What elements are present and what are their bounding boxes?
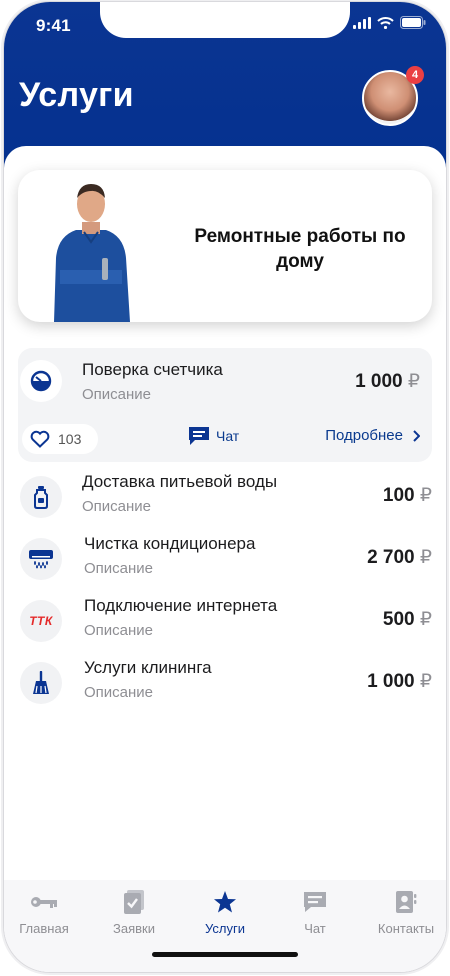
service-description: Описание <box>82 498 152 515</box>
service-currency: ₽ <box>419 609 432 630</box>
service-row[interactable]: ТТК Подключение интернета Описание 500 ₽ <box>18 596 432 652</box>
tab-label: Главная <box>19 921 69 936</box>
water-bottle-icon <box>34 486 48 509</box>
service-price-value: 500 <box>382 609 415 630</box>
service-description: Описание <box>84 622 154 639</box>
page-title: Услуги <box>19 76 134 114</box>
checklist-icon <box>124 890 144 914</box>
service-price-value: 1 000 <box>367 671 415 692</box>
chevron-right-icon <box>413 429 420 442</box>
tab-label: Услуги <box>205 921 245 936</box>
tab-home[interactable]: Главная <box>4 888 84 936</box>
featured-currency: ₽ <box>407 371 420 392</box>
main-content: Ремонтные работы по дому Поверка счетчик… <box>4 146 446 972</box>
heart-icon <box>30 430 50 448</box>
chat-label: Чат <box>216 428 240 444</box>
tab-requests[interactable]: Заявки <box>94 888 174 936</box>
tab-label: Чат <box>304 921 326 936</box>
service-icon-circle: ТТК <box>20 600 62 642</box>
air-conditioner-icon <box>29 550 53 569</box>
featured-description: Описание <box>82 386 152 403</box>
wifi-icon <box>377 16 394 29</box>
ttk-logo: ТТК <box>29 614 53 628</box>
service-icon-circle <box>20 662 62 704</box>
tab-label: Контакты <box>377 921 435 936</box>
notification-badge: 4 <box>406 66 424 84</box>
status-time: 9:41 <box>36 16 71 35</box>
tab-bar: Главная Заявки Услуги Чат Контакты <box>4 880 446 972</box>
service-title: Подключение интернета <box>84 596 278 615</box>
chat-icon <box>304 892 326 912</box>
key-icon <box>31 897 57 908</box>
service-price: 500 ₽ <box>383 608 432 631</box>
status-icons <box>353 16 426 29</box>
promo-banner[interactable]: Ремонтные работы по дому <box>18 170 432 322</box>
like-button[interactable]: 103 <box>22 424 98 454</box>
star-icon <box>214 891 236 913</box>
service-price: 100 ₽ <box>383 484 432 507</box>
service-row[interactable]: Чистка кондиционера Описание 2 700 ₽ <box>18 534 432 590</box>
featured-title: Поверка счетчика <box>82 360 223 379</box>
featured-price: 1 000 ₽ <box>355 370 420 393</box>
like-count: 103 <box>58 431 82 447</box>
chat-link[interactable]: Чат <box>188 426 239 446</box>
home-indicator <box>152 952 298 957</box>
featured-icon-circle <box>20 360 62 402</box>
service-row[interactable]: Услуги клининга Описание 1 000 ₽ <box>18 658 432 714</box>
service-title: Услуги клининга <box>84 658 212 677</box>
service-currency: ₽ <box>419 547 432 568</box>
featured-price-value: 1 000 <box>355 371 403 392</box>
tab-services[interactable]: Услуги <box>185 888 265 936</box>
service-currency: ₽ <box>419 485 432 506</box>
service-price-value: 100 <box>382 485 415 506</box>
service-title: Чистка кондиционера <box>84 534 256 553</box>
details-label: Подробнее <box>325 427 403 444</box>
service-price-value: 2 700 <box>367 547 415 568</box>
service-row[interactable]: Доставка питьевой воды Описание 100 ₽ <box>18 472 432 528</box>
service-title: Доставка питьевой воды <box>82 472 278 491</box>
service-price: 1 000 ₽ <box>367 670 432 693</box>
signal-icon <box>353 16 371 29</box>
tab-label: Заявки <box>113 921 155 936</box>
service-description: Описание <box>84 684 154 701</box>
profile-avatar[interactable]: 4 <box>362 66 424 126</box>
meter-icon <box>30 370 52 392</box>
repairman-image <box>54 184 130 322</box>
details-link[interactable]: Подробнее <box>325 427 420 444</box>
service-description: Описание <box>84 560 154 577</box>
notch <box>100 2 350 38</box>
service-icon-circle <box>20 476 62 518</box>
featured-service-card[interactable]: Поверка счетчика Описание 1 000 ₽ 103 Ча… <box>18 348 432 462</box>
service-icon-circle <box>20 538 62 580</box>
battery-icon <box>400 16 426 29</box>
tab-contacts[interactable]: Контакты <box>366 888 446 936</box>
promo-text: Ремонтные работы по дому <box>194 226 406 272</box>
service-currency: ₽ <box>419 671 432 692</box>
phone-frame: 9:41 Услуги 4 Ремонтные работы по дому П… <box>4 2 446 972</box>
chat-icon <box>189 427 209 445</box>
contacts-icon <box>396 891 417 913</box>
service-price: 2 700 ₽ <box>367 546 432 569</box>
tab-chat[interactable]: Чат <box>275 888 355 936</box>
broom-icon <box>33 671 49 694</box>
